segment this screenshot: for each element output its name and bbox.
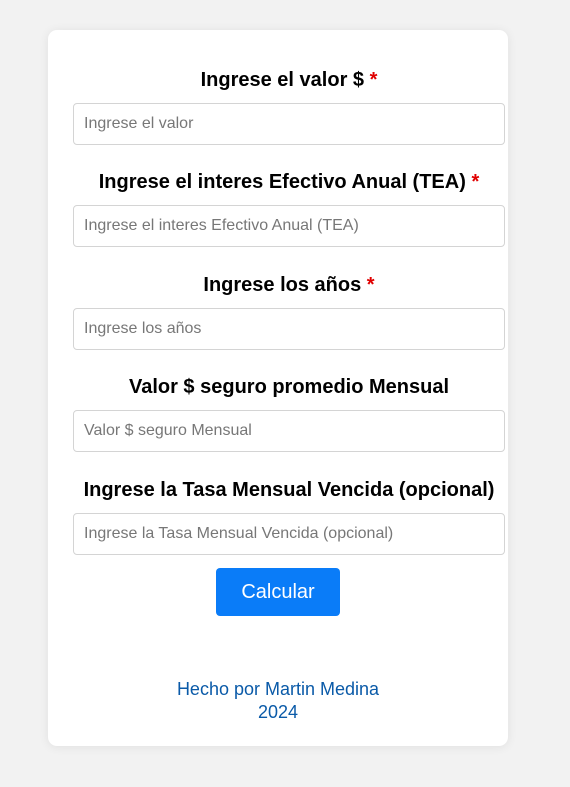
required-mark: * xyxy=(366,274,375,296)
insurance-input[interactable] xyxy=(73,410,505,452)
value-label-text: Ingrese el valor $ xyxy=(200,69,365,91)
monthly-rate-label-text: Ingrese la Tasa Mensual Vencida (opciona… xyxy=(83,479,495,501)
tea-field-group: Ingrese el interes Efectivo Anual (TEA) … xyxy=(73,170,505,247)
monthly-rate-field-group: Ingrese la Tasa Mensual Vencida (opciona… xyxy=(73,478,505,555)
required-mark: * xyxy=(471,171,480,193)
years-input[interactable] xyxy=(73,308,505,350)
value-label: Ingrese el valor $ * xyxy=(73,68,505,92)
tea-input[interactable] xyxy=(73,205,505,247)
tea-label-text: Ingrese el interes Efectivo Anual (TEA) xyxy=(98,171,466,193)
footer-credit: Hecho por Martin Medina xyxy=(176,679,380,699)
footer-year: 2024 xyxy=(257,702,299,722)
monthly-rate-label: Ingrese la Tasa Mensual Vencida (opciona… xyxy=(73,478,505,502)
value-input[interactable] xyxy=(73,103,505,145)
tea-label: Ingrese el interes Efectivo Anual (TEA) … xyxy=(73,170,505,194)
years-label-text: Ingrese los años xyxy=(203,274,362,296)
footer: Hecho por Martin Medina 2024 xyxy=(48,678,508,724)
value-field-group: Ingrese el valor $ * xyxy=(73,68,505,145)
required-mark: * xyxy=(369,69,378,91)
years-label: Ingrese los años * xyxy=(73,273,505,297)
calculate-button[interactable]: Calcular xyxy=(216,568,340,616)
monthly-rate-input[interactable] xyxy=(73,513,505,555)
insurance-field-group: Valor $ seguro promedio Mensual xyxy=(73,375,505,452)
insurance-label-text: Valor $ seguro promedio Mensual xyxy=(128,376,450,398)
calculator-card: Ingrese el valor $ * Ingrese el interes … xyxy=(48,30,508,746)
insurance-label: Valor $ seguro promedio Mensual xyxy=(73,375,505,399)
years-field-group: Ingrese los años * xyxy=(73,273,505,350)
